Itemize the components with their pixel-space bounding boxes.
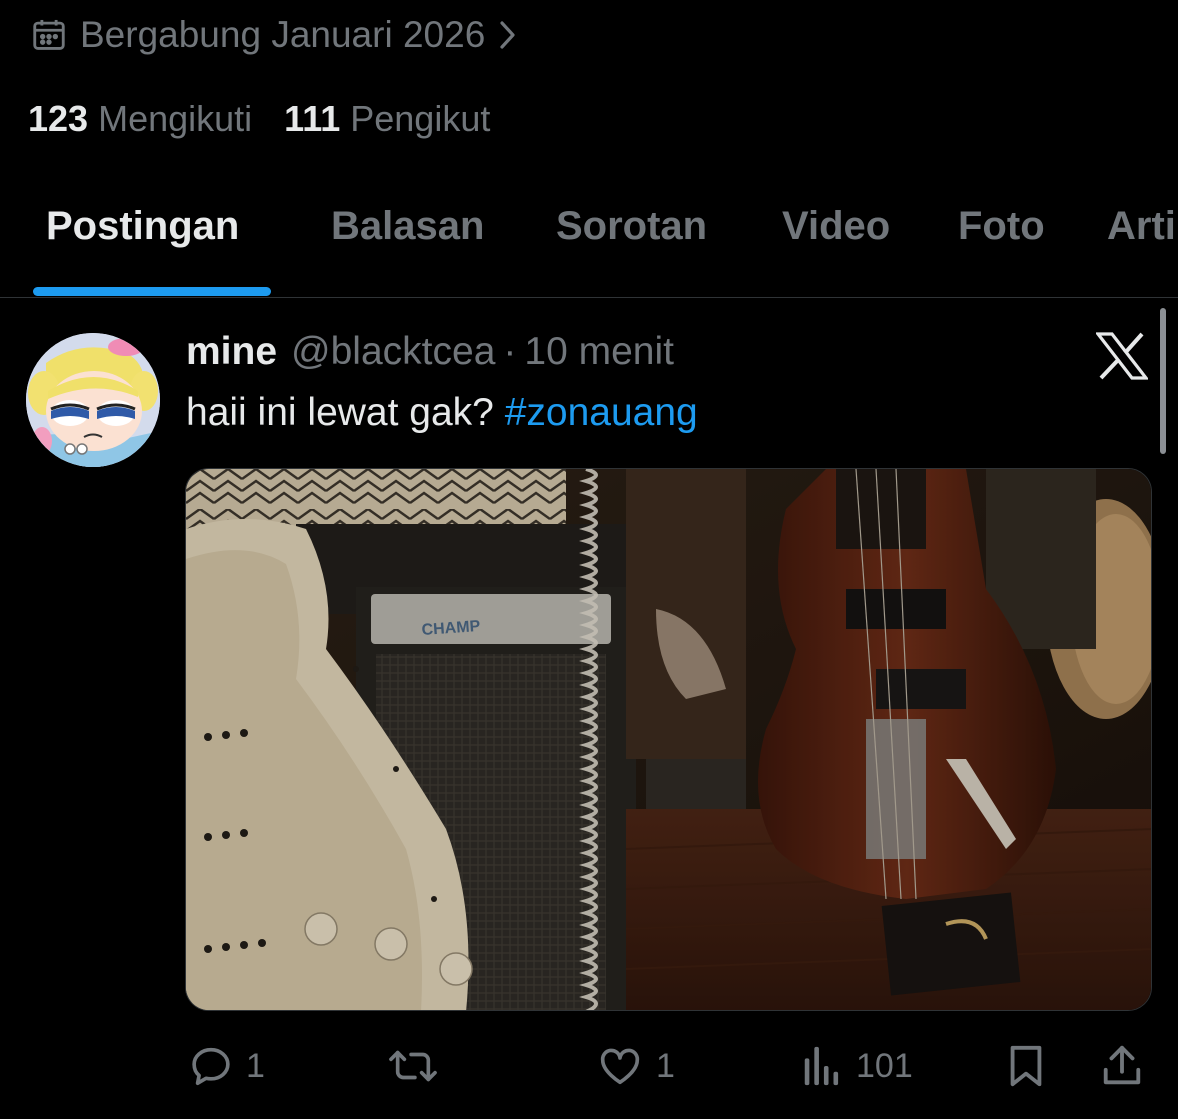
- x-logo-icon: [1094, 332, 1150, 380]
- post-actions: 1 1 101: [0, 1036, 1178, 1096]
- following-label: Mengikuti: [98, 98, 253, 139]
- display-name[interactable]: mine: [186, 330, 277, 374]
- bookmark-button[interactable]: [1006, 1036, 1046, 1096]
- reply-count: 1: [246, 1046, 265, 1085]
- like-icon: [596, 1043, 644, 1089]
- post-text: haii ini lewat gak? #zonauang: [186, 391, 698, 435]
- repost-button[interactable]: [388, 1036, 438, 1096]
- followers-label: Pengikut: [350, 98, 491, 139]
- share-button[interactable]: [1100, 1036, 1144, 1096]
- views-button[interactable]: 101: [800, 1036, 913, 1096]
- profile-page: Bergabung Januari 2026 123 Mengikuti 111…: [0, 0, 1178, 1119]
- joined-date-row[interactable]: Bergabung Januari 2026: [30, 10, 519, 60]
- followers-count: 111: [284, 98, 341, 139]
- views-icon: [800, 1043, 844, 1089]
- user-handle[interactable]: @blacktcea: [291, 330, 495, 374]
- follow-stats: 123 Mengikuti 111 Pengikut: [28, 96, 490, 142]
- repost-icon: [388, 1043, 438, 1089]
- joined-date-text: Bergabung Januari 2026: [80, 14, 486, 55]
- reply-button[interactable]: 1: [188, 1036, 265, 1096]
- profile-tabs: Postingan Balasan Sorotan Video Foto Art…: [0, 190, 1178, 298]
- tab-videos[interactable]: Video: [782, 204, 890, 249]
- avatar[interactable]: [26, 333, 160, 467]
- active-tab-indicator: [33, 287, 271, 296]
- post-media-image[interactable]: CHAMP: [185, 468, 1152, 1011]
- share-icon: [1100, 1043, 1144, 1089]
- calendar-icon: [30, 16, 68, 54]
- reply-icon: [188, 1043, 234, 1089]
- following-count: 123: [28, 98, 89, 139]
- tab-photos[interactable]: Foto: [958, 204, 1045, 249]
- following-link[interactable]: 123 Mengikuti: [28, 98, 252, 140]
- tab-posts[interactable]: Postingan: [46, 204, 239, 249]
- chevron-right-icon: [497, 18, 519, 52]
- like-count: 1: [656, 1046, 675, 1085]
- separator-dot: ·: [503, 330, 517, 373]
- post[interactable]: mine @blacktcea · 10 menit haii ini lewa…: [0, 300, 1178, 1119]
- tab-highlights[interactable]: Sorotan: [556, 204, 707, 249]
- post-body: haii ini lewat gak?: [186, 391, 505, 434]
- tab-replies[interactable]: Balasan: [331, 204, 484, 249]
- followers-link[interactable]: 111 Pengikut: [284, 98, 490, 140]
- view-count: 101: [856, 1046, 913, 1085]
- scrollbar[interactable]: [1160, 308, 1166, 454]
- post-time[interactable]: 10 menit: [524, 330, 674, 374]
- post-header: mine @blacktcea · 10 menit: [186, 330, 674, 380]
- tab-articles[interactable]: Artikel: [1107, 204, 1178, 249]
- like-button[interactable]: 1: [596, 1036, 675, 1096]
- hashtag-link[interactable]: #zonauang: [505, 391, 698, 434]
- bookmark-icon: [1006, 1043, 1046, 1089]
